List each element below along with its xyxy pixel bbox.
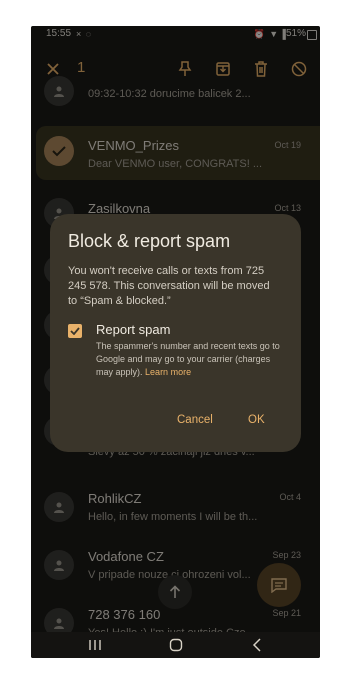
back-icon[interactable]	[247, 636, 267, 654]
system-nav-bar	[31, 632, 320, 658]
dialog-message: You won't receive calls or texts from 72…	[68, 265, 270, 307]
report-spam-checkbox[interactable]	[68, 324, 82, 338]
home-icon[interactable]	[166, 636, 186, 654]
dialog-title: Block & report spam	[68, 231, 231, 251]
phone-screen: 15:55 × ◌ ⏰ ▼ ▌ 51% 1 09:32-10:32 doruci	[31, 26, 320, 658]
learn-more-link[interactable]: Learn more	[145, 367, 191, 377]
report-spam-description: The spammer's number and recent texts go…	[96, 340, 286, 379]
report-spam-label[interactable]: Report spam	[96, 322, 170, 337]
recent-apps-icon[interactable]	[85, 636, 105, 654]
ok-button[interactable]: OK	[248, 414, 265, 426]
block-report-dialog: Block & report spam You won't receive ca…	[50, 214, 301, 452]
cancel-button[interactable]: Cancel	[177, 414, 213, 426]
